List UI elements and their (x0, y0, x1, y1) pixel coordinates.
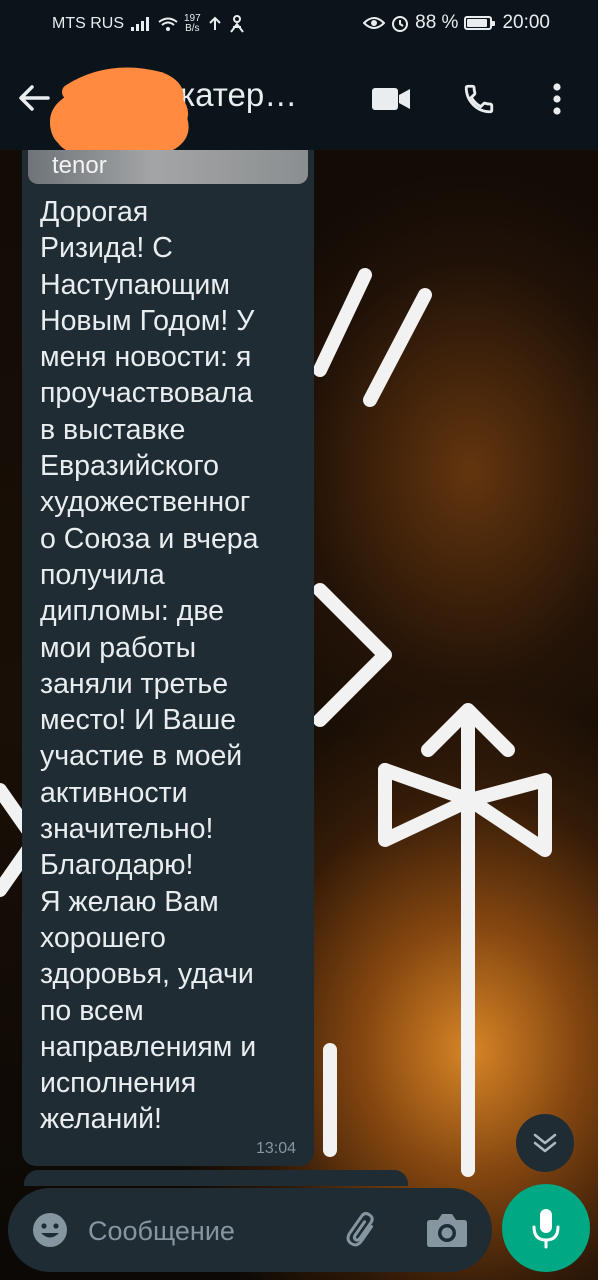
upload-arrow-icon (208, 16, 221, 30)
incoming-message-bubble[interactable]: tenor Дорогая Ризида! С Наступающим Новы… (22, 150, 314, 1166)
battery-percent: 88 % (415, 12, 459, 33)
voice-call-icon (464, 84, 494, 114)
voice-message-button[interactable] (502, 1184, 590, 1272)
message-text: Дорогая Ризида! С Наступающим Новым Годо… (40, 196, 259, 1136)
camera-icon[interactable] (424, 1208, 470, 1252)
video-call-button[interactable] (368, 76, 414, 122)
person-notification-icon (229, 15, 244, 33)
status-right: 88 % 20:00 (363, 12, 550, 34)
message-timestamp: 13:04 (255, 1140, 296, 1157)
next-message-bubble-edge (24, 1170, 408, 1186)
carrier-label: MTS RUS (52, 15, 124, 32)
voice-call-button[interactable] (456, 76, 502, 122)
gif-source-label: tenor (52, 152, 107, 179)
scroll-to-bottom-button[interactable] (516, 1114, 574, 1172)
status-bar: MTS RUS 197 B/s 88 % 20:00 (0, 0, 598, 48)
gif-preview[interactable]: tenor (28, 150, 308, 184)
attach-icon[interactable] (342, 1208, 386, 1252)
network-speed: 197 B/s (184, 14, 201, 34)
battery-icon (464, 16, 496, 30)
message-input[interactable] (86, 1204, 330, 1258)
clock: 20:00 (502, 12, 550, 33)
chat-header: Екатер… (0, 48, 598, 159)
alarm-icon (392, 16, 409, 32)
video-call-icon (372, 88, 410, 110)
back-arrow-icon[interactable] (14, 78, 54, 118)
status-left: MTS RUS 197 B/s (52, 14, 245, 34)
double-chevron-down-icon (533, 1133, 557, 1153)
more-options-icon (553, 83, 561, 115)
mic-icon (532, 1209, 560, 1249)
network-speed-unit: B/s (185, 23, 200, 34)
eye-icon (363, 17, 386, 29)
wifi-icon (158, 17, 178, 31)
battery-fill (467, 19, 487, 27)
message-composer (8, 1188, 492, 1272)
emoji-icon[interactable] (30, 1210, 70, 1250)
more-options-button[interactable] (534, 76, 580, 122)
signal-icon (131, 17, 149, 31)
